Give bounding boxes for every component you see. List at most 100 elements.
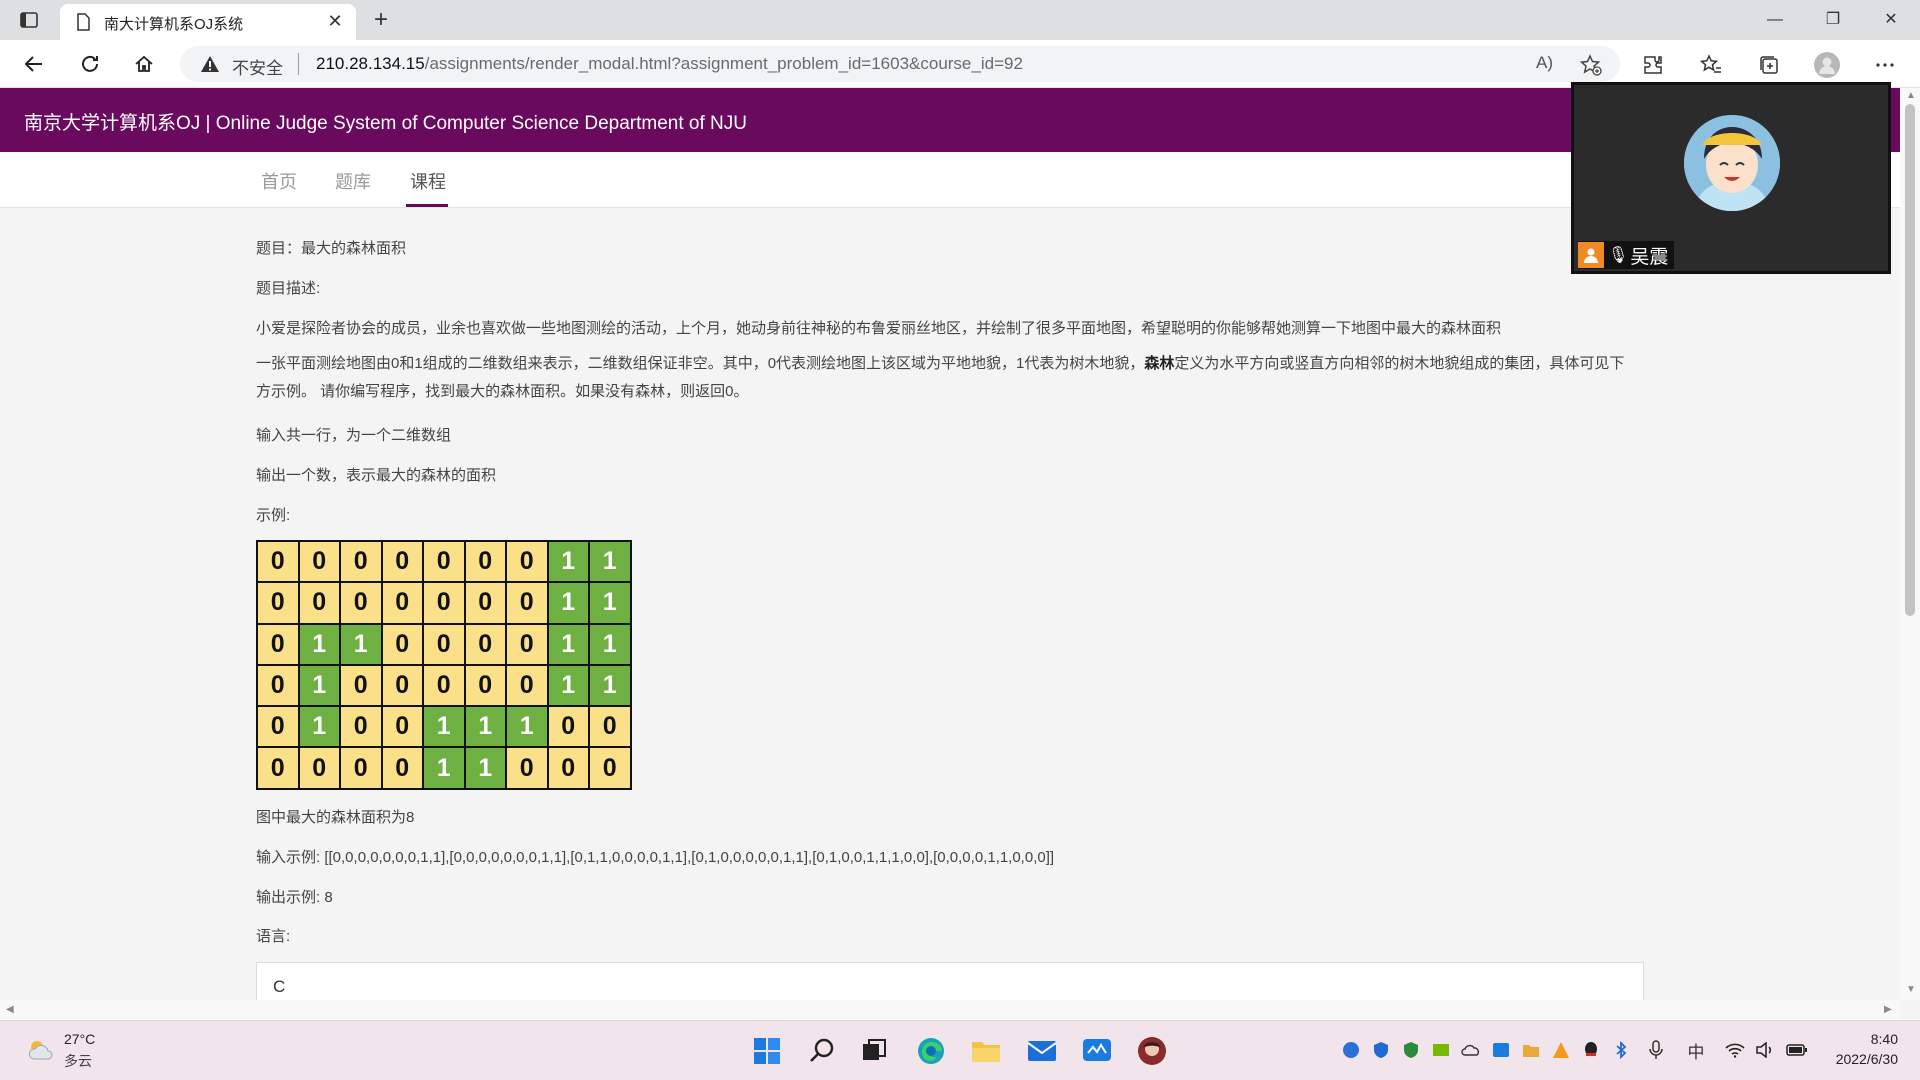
ime-indicator[interactable]: 中	[1685, 1039, 1707, 1062]
grid-cell-forest: 1	[463, 705, 507, 749]
profile-avatar-icon[interactable]	[1814, 52, 1840, 78]
back-icon[interactable]	[20, 50, 48, 78]
address-bar[interactable]: 不安全 210.28.134.15/assignments/render_mod…	[180, 46, 1620, 82]
home-icon[interactable]	[130, 50, 158, 78]
grid-cell-forest: 1	[546, 663, 590, 708]
grid-row: 011000011	[256, 622, 632, 666]
url-path: /assignments/render_modal.html?assignmen…	[424, 54, 1023, 73]
grid-cell-land: 0	[505, 663, 549, 708]
task-view-icon[interactable]	[858, 1035, 890, 1067]
video-call-overlay[interactable]: 🎙 吴震	[1571, 82, 1891, 274]
warning-icon[interactable]	[200, 54, 220, 74]
clock-date[interactable]: 2022/6/30	[1826, 1051, 1898, 1067]
user-app-icon[interactable]	[1136, 1035, 1168, 1067]
grid-cell-land: 0	[297, 539, 341, 584]
clock-time[interactable]: 8:40	[1860, 1031, 1898, 1047]
browser-tab-active[interactable]: 南大计算机系OJ系统 ✕	[60, 4, 356, 40]
grid-cell-land: 0	[297, 581, 341, 625]
restore-icon[interactable]: ❐	[1810, 6, 1856, 34]
scroll-down-icon[interactable]: ▼	[1906, 984, 1916, 995]
grid-cell-land: 0	[546, 705, 590, 749]
grid-cell-land: 0	[297, 746, 341, 790]
whiteboard-app-icon[interactable]	[1081, 1035, 1113, 1067]
grid-cell-land: 0	[546, 746, 590, 790]
mail-icon[interactable]	[1026, 1035, 1058, 1067]
url-text[interactable]: 210.28.134.15/assignments/render_modal.h…	[316, 54, 1023, 74]
tray-bluetooth-icon[interactable]	[1610, 1039, 1632, 1061]
favorites-icon[interactable]	[1698, 52, 1724, 78]
start-icon[interactable]	[751, 1035, 783, 1067]
grid-cell-land: 0	[380, 746, 424, 790]
grid-cell-forest: 1	[463, 746, 507, 790]
tray-qq-icon[interactable]	[1580, 1039, 1602, 1061]
grid-cell-land: 0	[422, 663, 466, 708]
problem-title: 题目：最大的森林面积	[256, 240, 407, 257]
tray-nvidia-icon[interactable]	[1430, 1039, 1452, 1061]
participant-avatar	[1684, 115, 1780, 211]
tray-defender-icon[interactable]	[1400, 1039, 1422, 1061]
tab-close-icon[interactable]: ✕	[324, 10, 346, 32]
grid-cell-forest: 1	[546, 539, 590, 584]
output-description: 输出一个数，表示最大的森林的面积	[256, 467, 497, 484]
vertical-scroll-thumb[interactable]	[1905, 104, 1915, 616]
tray-security-icon[interactable]	[1370, 1039, 1392, 1061]
nav-problems[interactable]: 题库	[335, 168, 371, 194]
tray-colorful-icon[interactable]	[1550, 1039, 1572, 1061]
tab-actions-icon[interactable]	[18, 9, 40, 31]
problem-def-before: 一张平面测绘地图由0和1组成的二维数组来表示，二维数组保证非空。其中，0代表测绘…	[256, 355, 1145, 372]
insecure-label[interactable]: 不安全	[232, 54, 283, 79]
grid-cell-land: 0	[505, 539, 549, 584]
muted-mic-icon: 🎙	[1608, 247, 1629, 264]
grid-cell-forest: 1	[588, 622, 632, 666]
weather-temperature[interactable]: 27°C	[64, 1031, 95, 1047]
microphone-icon[interactable]	[1645, 1039, 1667, 1061]
extensions-icon[interactable]	[1640, 52, 1666, 78]
grid-cell-land: 0	[339, 539, 383, 584]
grid-cell-land: 0	[463, 539, 507, 584]
window-close-icon[interactable]: ✕	[1868, 6, 1914, 34]
nav-courses[interactable]: 课程	[410, 168, 446, 194]
grid-cell-land: 0	[380, 663, 424, 708]
minimize-icon[interactable]: —	[1752, 6, 1798, 34]
problem-def-bold: 森林	[1144, 355, 1175, 372]
tray-folder-icon[interactable]	[1520, 1039, 1542, 1061]
new-tab-button[interactable]: +	[368, 8, 394, 34]
site-title[interactable]: 南京大学计算机系OJ | Online Judge System of Comp…	[24, 108, 747, 135]
weather-cloud-icon[interactable]	[26, 1037, 56, 1063]
collections-icon[interactable]	[1756, 52, 1782, 78]
vertical-scrollbar[interactable]: ▲ ▼	[1900, 88, 1920, 1000]
grid-cell-land: 0	[339, 581, 383, 625]
scroll-up-icon[interactable]: ▲	[1906, 90, 1916, 101]
grid-cell-forest: 1	[297, 705, 341, 749]
address-separator	[298, 53, 299, 75]
edge-browser-icon[interactable]	[915, 1035, 947, 1067]
search-icon[interactable]	[806, 1035, 838, 1067]
refresh-icon[interactable]	[76, 50, 104, 78]
tray-whiteboard-icon[interactable]	[1490, 1039, 1512, 1061]
file-explorer-icon[interactable]	[970, 1035, 1002, 1067]
grid-cell-forest: 1	[546, 622, 590, 666]
tray-onedrive-icon[interactable]	[1460, 1039, 1482, 1061]
read-aloud-icon[interactable]: A)	[1536, 53, 1553, 73]
grid-cell-land: 0	[505, 622, 549, 666]
grid-cell-forest: 1	[588, 663, 632, 708]
example-label: 示例:	[256, 507, 291, 524]
grid-cell-land: 0	[422, 539, 466, 584]
grid-cell-forest: 1	[339, 622, 383, 666]
nav-home[interactable]: 首页	[261, 168, 297, 194]
battery-icon[interactable]	[1786, 1039, 1808, 1061]
grid-cell-land: 0	[588, 746, 632, 790]
volume-icon[interactable]	[1754, 1039, 1776, 1061]
add-favorite-icon[interactable]	[1579, 54, 1602, 76]
person-icon	[1578, 242, 1604, 268]
horizontal-scrollbar[interactable]: ◀ ▶	[0, 1000, 1900, 1020]
scroll-left-icon[interactable]: ◀	[6, 1004, 14, 1015]
wifi-icon[interactable]	[1724, 1039, 1746, 1061]
weather-condition[interactable]: 多云	[64, 1051, 92, 1071]
problem-desc-label: 题目描述:	[256, 280, 321, 297]
more-menu-icon[interactable]	[1872, 52, 1898, 78]
tray-app-blue-icon[interactable]	[1340, 1039, 1362, 1061]
example-grid: 0000000110000000110110000110100000110100…	[256, 539, 632, 790]
grid-cell-land: 0	[422, 581, 466, 625]
scroll-right-icon[interactable]: ▶	[1884, 1004, 1892, 1015]
